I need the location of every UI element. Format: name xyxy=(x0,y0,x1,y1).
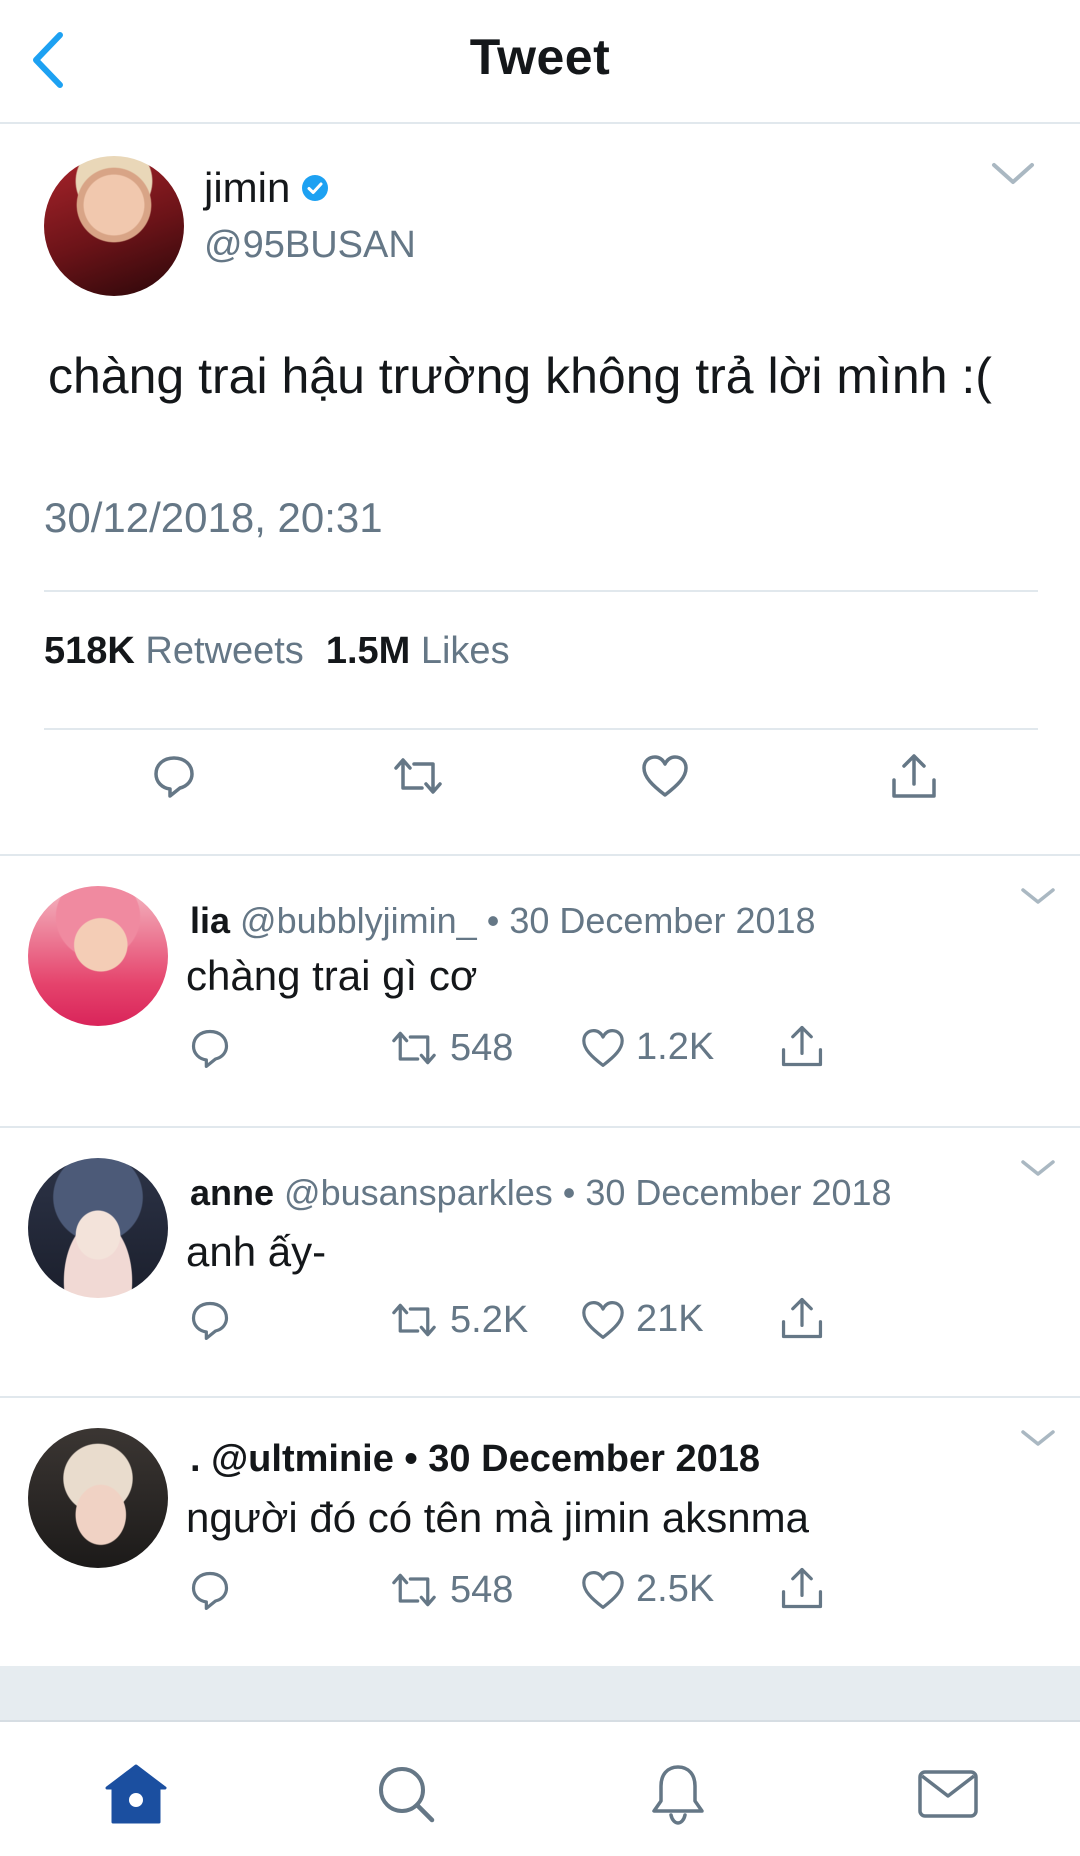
tab-messages[interactable] xyxy=(906,1752,990,1836)
share-icon xyxy=(781,1567,823,1609)
retweet-icon xyxy=(394,758,442,794)
like-button[interactable]: 21K xyxy=(580,1298,704,1341)
separator-dot: • xyxy=(404,1438,418,1480)
share-button[interactable] xyxy=(778,1564,826,1612)
like-button[interactable]: 2.5K xyxy=(580,1568,714,1611)
reply-tweet[interactable]: anne @busansparkles • 30 December 2018 a… xyxy=(0,1128,1080,1398)
like-count: 2.5K xyxy=(636,1568,715,1610)
reply-tweet[interactable]: . @ultminie • 30 December 2018 người đó … xyxy=(0,1398,1080,1668)
tweet-text: chàng trai hậu trường không trả lời mình… xyxy=(48,348,992,404)
likes-stat[interactable]: 1.5M Likes xyxy=(326,630,510,673)
tweet-stats: 518K Retweets 1.5M Likes xyxy=(44,630,510,673)
notifications-icon xyxy=(652,1765,704,1825)
retweet-button[interactable] xyxy=(378,736,458,816)
chevron-down-icon xyxy=(1021,1160,1055,1176)
reply-options-button[interactable] xyxy=(1020,1428,1056,1453)
bottom-tab-bar xyxy=(0,1722,1080,1856)
share-icon xyxy=(892,754,936,798)
reply-options-button[interactable] xyxy=(1020,1158,1056,1183)
share-icon xyxy=(781,1025,823,1067)
reply-meta: anne @busansparkles • 30 December 2018 xyxy=(190,1172,892,1214)
author-name-row[interactable]: jimin xyxy=(204,164,330,212)
avatar[interactable] xyxy=(44,156,184,296)
search-icon xyxy=(379,1767,435,1823)
tweet-options-button[interactable] xyxy=(990,160,1036,193)
reply-date: 30 December 2018 xyxy=(428,1438,760,1480)
reply-meta: lia @bubblyjimin_ • 30 December 2018 xyxy=(190,900,816,942)
retweet-icon xyxy=(392,1573,436,1607)
author-handle[interactable]: @95BUSAN xyxy=(204,224,416,267)
like-count: 1.2K xyxy=(636,1026,715,1068)
reply-meta: . @ultminie • 30 December 2018 xyxy=(190,1438,760,1481)
avatar[interactable] xyxy=(28,1428,168,1568)
tweet-timestamp: 30/12/2018, 20:31 xyxy=(44,494,383,541)
share-button[interactable] xyxy=(778,1294,826,1342)
retweet-count: 548 xyxy=(450,1026,514,1069)
reply-author-name[interactable]: lia xyxy=(190,900,230,941)
retweet-button[interactable]: 548 xyxy=(388,1568,513,1612)
retweet-icon xyxy=(392,1031,436,1065)
likes-count: 1.5M xyxy=(325,630,411,672)
reply-date: 30 December 2018 xyxy=(585,1172,892,1213)
reply-author-name[interactable]: . xyxy=(190,1438,201,1480)
reply-author-handle[interactable]: @busansparkles xyxy=(284,1172,553,1213)
like-icon xyxy=(582,1570,624,1609)
likes-label: Likes xyxy=(420,630,510,672)
like-icon xyxy=(582,1028,624,1067)
retweet-icon xyxy=(392,1303,436,1337)
retweet-count: 5.2K xyxy=(450,1298,529,1341)
reply-icon xyxy=(191,1301,229,1340)
reply-text: anh ấy- xyxy=(186,1228,327,1275)
reply-icon xyxy=(191,1029,229,1068)
like-button[interactable] xyxy=(625,736,705,816)
author-name: jimin xyxy=(204,164,291,211)
like-icon xyxy=(582,1300,624,1339)
like-icon xyxy=(642,755,688,797)
home-icon xyxy=(105,1764,167,1824)
top-bar: Tweet xyxy=(0,0,1080,124)
chevron-down-icon xyxy=(1021,1430,1055,1446)
avatar[interactable] xyxy=(28,1158,168,1298)
like-button[interactable]: 1.2K xyxy=(580,1026,714,1069)
divider xyxy=(44,590,1038,592)
reply-button[interactable] xyxy=(188,1298,232,1342)
share-icon xyxy=(781,1297,823,1339)
tweet-actions xyxy=(0,736,1080,836)
tab-search[interactable] xyxy=(364,1752,448,1836)
retweets-label: Retweets xyxy=(145,630,304,672)
reply-icon xyxy=(191,1571,229,1610)
avatar[interactable] xyxy=(28,886,168,1026)
reply-date: 30 December 2018 xyxy=(509,900,816,941)
like-count: 21K xyxy=(636,1298,704,1340)
divider xyxy=(44,728,1038,730)
reply-button[interactable] xyxy=(188,1026,232,1070)
retweet-button[interactable]: 548 xyxy=(388,1026,513,1070)
separator-dot: • xyxy=(562,1172,576,1213)
reply-author-name[interactable]: anne xyxy=(190,1172,274,1213)
tab-home[interactable] xyxy=(94,1752,178,1836)
reply-icon xyxy=(154,756,194,798)
reply-button[interactable] xyxy=(188,1568,232,1612)
share-button[interactable] xyxy=(874,736,954,816)
reply-author-handle[interactable]: @bubblyjimin_ xyxy=(240,900,477,941)
reply-author-handle[interactable]: @ultminie xyxy=(211,1438,394,1480)
share-button[interactable] xyxy=(778,1022,826,1070)
chevron-down-icon xyxy=(992,163,1034,184)
messages-icon xyxy=(918,1770,978,1818)
reply-options-button[interactable] xyxy=(1020,886,1056,911)
retweets-stat[interactable]: 518K Retweets xyxy=(44,630,304,673)
page-title: Tweet xyxy=(469,29,611,85)
separator-dot: • xyxy=(486,900,500,941)
tab-notifications[interactable] xyxy=(636,1752,720,1836)
retweet-count: 548 xyxy=(450,1568,514,1611)
reply-tweet[interactable]: lia @bubblyjimin_ • 30 December 2018 chà… xyxy=(0,856,1080,1126)
verified-badge-icon xyxy=(300,173,330,203)
reply-text: người đó có tên mà jimin aksnma xyxy=(186,1494,809,1541)
chevron-down-icon xyxy=(1021,888,1055,904)
feed-end-spacer xyxy=(0,1666,1080,1722)
reply-text: chàng trai gì cơ xyxy=(186,952,478,999)
retweets-count: 518K xyxy=(44,630,135,672)
reply-button[interactable] xyxy=(134,736,214,816)
retweet-button[interactable]: 5.2K xyxy=(388,1298,528,1342)
